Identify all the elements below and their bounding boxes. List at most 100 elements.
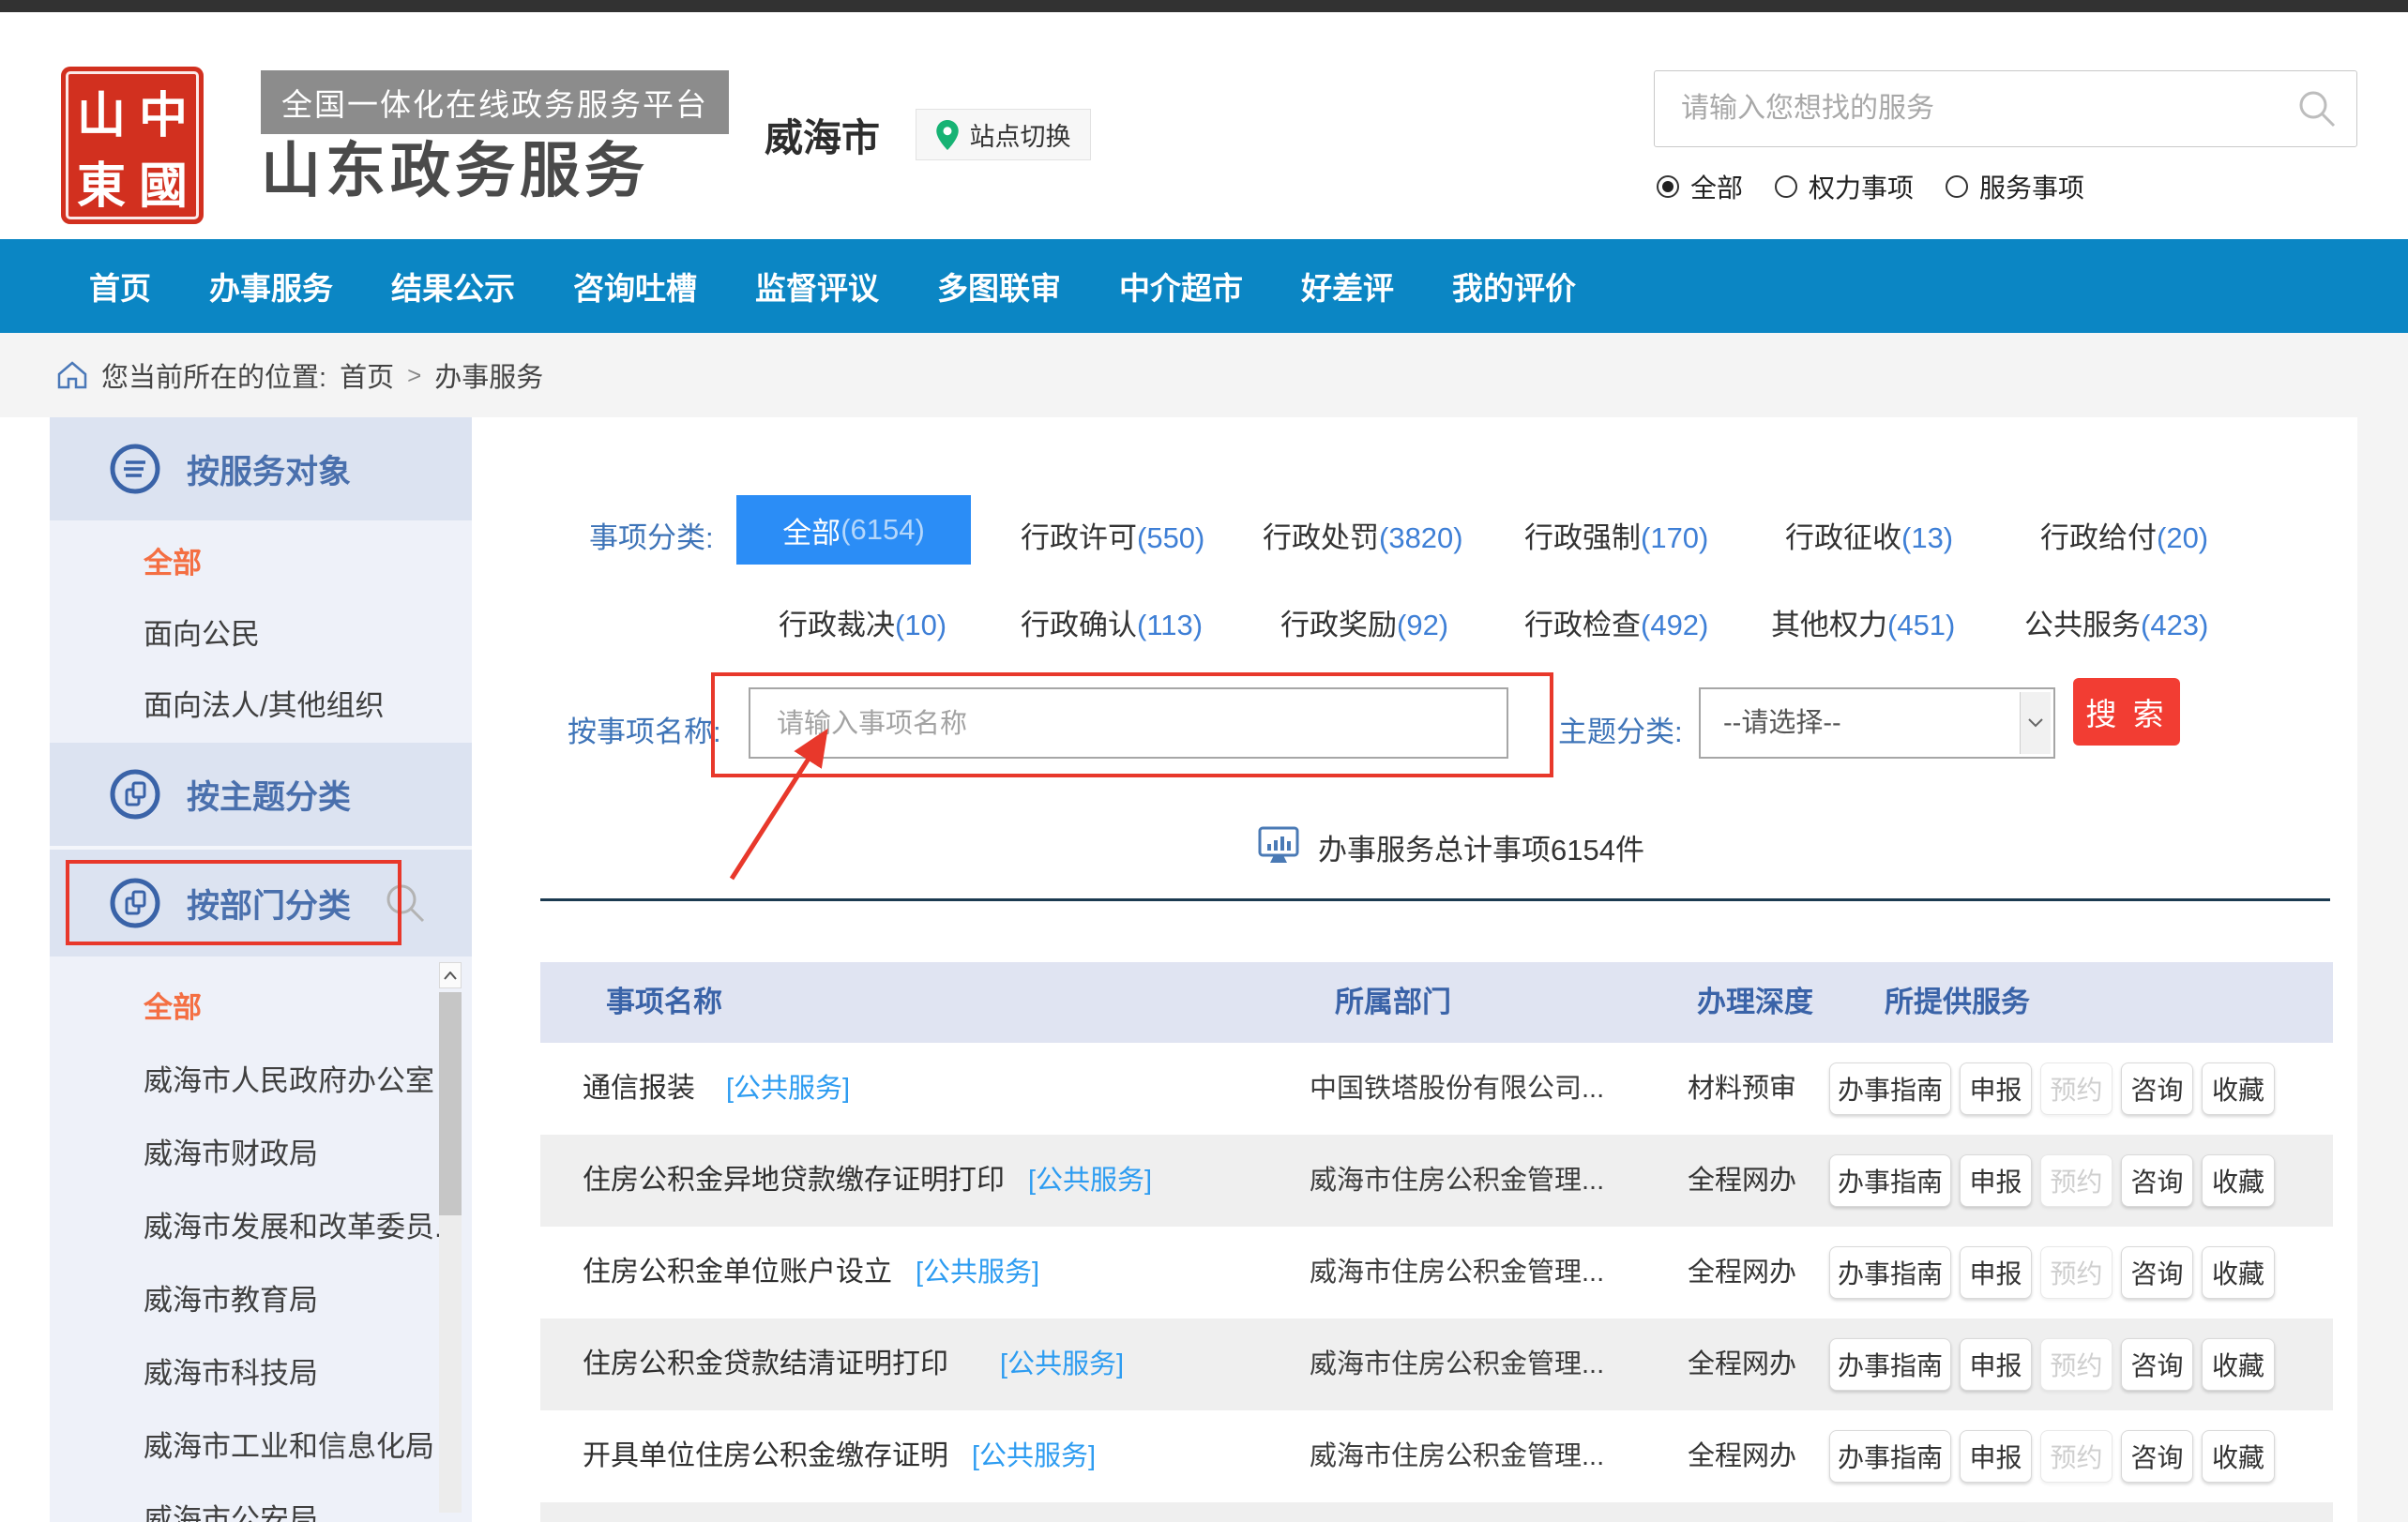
guide-button[interactable]: 办事指南 <box>1829 1062 1951 1115</box>
tab-xingzheng-zhengshou[interactable]: 行政征收(13) <box>1785 514 1953 556</box>
item-name: 开具职工住房公积金缴存证明 <box>583 1502 948 1522</box>
radio-service-items[interactable]: 服务事项 <box>1946 168 2084 205</box>
scrollbar-thumb[interactable] <box>439 992 462 1215</box>
tab-xingzheng-xuke[interactable]: 行政许可(550) <box>1021 514 1204 556</box>
item-tag: [公共服务] <box>916 1227 1039 1319</box>
department-list: 全部 威海市人民政府办公室 威海市财政局 威海市发展和改革委员... 威海市教育… <box>50 957 472 1522</box>
site-switch-button[interactable]: 站点切换 <box>916 109 1091 160</box>
sidebar-item-citizen[interactable]: 面向公民 <box>50 599 472 671</box>
nav-consult[interactable]: 咨询吐槽 <box>573 264 697 309</box>
apply-button[interactable]: 申报 <box>1960 1154 2032 1207</box>
nav-supervision[interactable]: 监督评议 <box>755 264 879 309</box>
item-name-input[interactable] <box>775 689 1482 759</box>
nav-rating[interactable]: 好差评 <box>1301 264 1394 309</box>
consult-button[interactable]: 咨询 <box>2121 1430 2193 1483</box>
section-divider-rule <box>540 898 2330 901</box>
tab-all[interactable]: 全部 (6154) <box>736 495 971 565</box>
favorite-button[interactable]: 收藏 <box>2202 1246 2275 1299</box>
tab-xingzheng-jifu[interactable]: 行政给付(20) <box>2040 514 2208 556</box>
radio-label: 全部 <box>1690 168 1743 205</box>
col-department: 所属部门 <box>1335 962 1451 1043</box>
scrollbar-up-button[interactable] <box>439 962 462 988</box>
item-name-filter-label: 按事项名称: <box>568 708 721 750</box>
guide-button[interactable]: 办事指南 <box>1829 1246 1951 1299</box>
consult-button[interactable]: 咨询 <box>2121 1154 2193 1207</box>
tab-gonggong-fuwu[interactable]: 公共服务(423) <box>2024 601 2208 643</box>
seal-char: 山 <box>70 76 132 146</box>
dept-item-all[interactable]: 全部 <box>50 972 472 1045</box>
consult-button[interactable]: 咨询 <box>2121 1338 2193 1391</box>
dept-item[interactable]: 威海市教育局 <box>50 1264 472 1337</box>
dept-item[interactable]: 威海市科技局 <box>50 1337 472 1410</box>
tab-xingzheng-chufa[interactable]: 行政处罚(3820) <box>1263 514 1463 556</box>
sidebar-header-label: 按服务对象 <box>187 445 351 493</box>
main-content: 事项分类: 全部 (6154) 行政许可(550) 行政处罚(3820) 行政强… <box>540 417 2333 1522</box>
apply-button[interactable]: 申报 <box>1960 1246 2032 1299</box>
nav-my-evaluation[interactable]: 我的评价 <box>1452 264 1576 309</box>
topic-select[interactable]: --请选择-- <box>1699 687 2055 759</box>
tab-xingzheng-qiangzhi[interactable]: 行政强制(170) <box>1524 514 1708 556</box>
breadcrumb-current[interactable]: 办事服务 <box>434 355 543 395</box>
sidebar-item-all[interactable]: 全部 <box>50 528 472 599</box>
apply-button[interactable]: 申报 <box>1960 1430 2032 1483</box>
dept-item[interactable]: 威海市人民政府办公室 <box>50 1045 472 1118</box>
tab-qita-quanli[interactable]: 其他权力(451) <box>1771 601 1955 643</box>
favorite-button[interactable]: 收藏 <box>2202 1338 2275 1391</box>
sidebar-item-legal-person[interactable]: 面向法人/其他组织 <box>50 671 472 742</box>
reserve-button: 预约 <box>2040 1062 2113 1115</box>
tab-xingzheng-jiancha[interactable]: 行政检查(492) <box>1524 601 1708 643</box>
nav-results[interactable]: 结果公示 <box>391 264 515 309</box>
dept-item[interactable]: 威海市公安局 <box>50 1484 472 1522</box>
item-tag: [公共服务] <box>726 1043 850 1135</box>
guide-button[interactable]: 办事指南 <box>1829 1430 1951 1483</box>
seal-char: 國 <box>132 146 194 217</box>
search-button[interactable]: 搜 索 <box>2073 678 2180 746</box>
chevron-up-icon <box>444 972 457 980</box>
item-name: 住房公积金异地贷款缴存证明打印 <box>583 1135 1005 1227</box>
breadcrumb: 您当前所在的位置: 首页 > 办事服务 <box>0 333 2408 417</box>
select-arrow <box>2020 692 2051 754</box>
tab-count: (6154) <box>841 513 925 547</box>
nav-home[interactable]: 首页 <box>89 264 151 309</box>
nav-services[interactable]: 办事服务 <box>209 264 333 309</box>
radio-power-items[interactable]: 权力事项 <box>1775 168 1914 205</box>
dept-item[interactable]: 威海市财政局 <box>50 1118 472 1191</box>
breadcrumb-prefix: 您当前所在的位置: <box>101 355 326 395</box>
item-depth: 全程网办 <box>1688 1227 1796 1319</box>
location-pin-icon <box>936 120 959 150</box>
tab-xingzheng-jiangli[interactable]: 行政奖励(92) <box>1280 601 1448 643</box>
consult-button[interactable]: 咨询 <box>2121 1062 2193 1115</box>
table-row: 通信报装 [公共服务] 中国铁塔股份有限公司... 材料预审 办事指南 申报 预… <box>540 1043 2333 1135</box>
global-search-input[interactable] <box>1679 71 2283 146</box>
favorite-button[interactable]: 收藏 <box>2202 1430 2275 1483</box>
nav-agency-market[interactable]: 中介超市 <box>1119 264 1243 309</box>
item-tag: [公共服务] <box>972 1410 1096 1502</box>
copy-circle-icon <box>108 876 162 930</box>
department-search-icon[interactable] <box>384 882 427 925</box>
radio-all[interactable]: 全部 <box>1657 168 1743 205</box>
sidebar-header-by-service-object[interactable]: 按服务对象 <box>50 417 472 520</box>
apply-button[interactable]: 申报 <box>1960 1062 2032 1115</box>
dept-item[interactable]: 威海市发展和改革委员... <box>50 1191 472 1264</box>
item-department: 威海市住房公积金管理... <box>1310 1410 1604 1502</box>
apply-button[interactable]: 申报 <box>1960 1338 2032 1391</box>
sidebar-header-by-department[interactable]: 按部门分类 <box>50 850 472 957</box>
dept-item[interactable]: 威海市工业和信息化局 <box>50 1410 472 1484</box>
topic-select-value: --请选择-- <box>1723 689 1841 757</box>
nav-multi-review[interactable]: 多图联审 <box>937 264 1061 309</box>
favorite-button[interactable]: 收藏 <box>2202 1154 2275 1207</box>
summary-text: 办事服务总计事项6154件 <box>1318 826 1644 868</box>
search-icon[interactable] <box>2296 88 2338 129</box>
topic-filter-label: 主题分类: <box>1558 708 1683 750</box>
breadcrumb-home[interactable]: 首页 <box>340 355 394 395</box>
sidebar-header-by-topic[interactable]: 按主题分类 <box>50 743 472 846</box>
table-row: 住房公积金异地贷款缴存证明打印 [公共服务] 威海市住房公积金管理... 全程网… <box>540 1135 2333 1227</box>
guide-button[interactable]: 办事指南 <box>1829 1338 1951 1391</box>
guide-button[interactable]: 办事指南 <box>1829 1154 1951 1207</box>
consult-button[interactable]: 咨询 <box>2121 1246 2193 1299</box>
item-depth: 材料预审 <box>1688 1043 1796 1135</box>
tab-xingzheng-queren[interactable]: 行政确认(113) <box>1021 601 1203 643</box>
row-actions: 办事指南 申报 预约 咨询 收藏 <box>1829 1062 2275 1115</box>
favorite-button[interactable]: 收藏 <box>2202 1062 2275 1115</box>
tab-xingzheng-caijue[interactable]: 行政裁决(10) <box>779 601 947 643</box>
